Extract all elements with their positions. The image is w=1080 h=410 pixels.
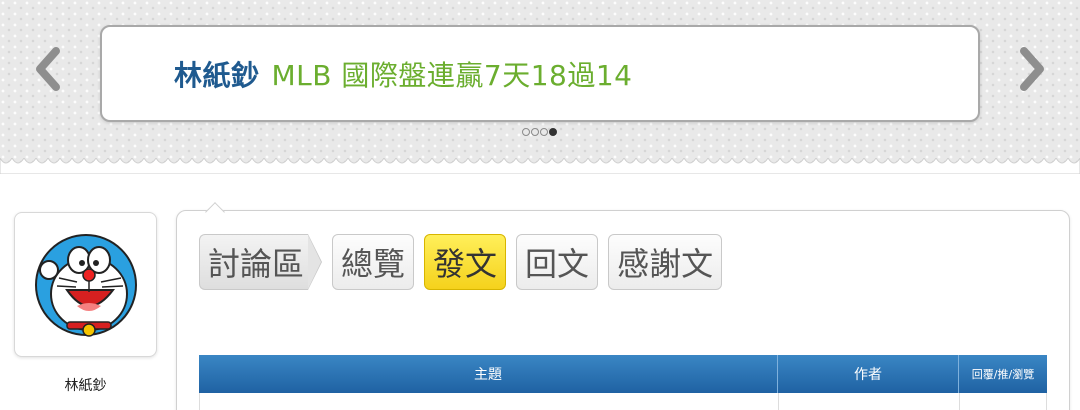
column-header-stats[interactable]: 回覆/推/瀏覽 bbox=[959, 355, 1047, 393]
tab-label: 回文 bbox=[525, 245, 590, 283]
tab-label: 感謝文 bbox=[617, 245, 714, 283]
breadcrumb-label: 討論區 bbox=[208, 245, 305, 283]
tab-overview[interactable]: 總覽 bbox=[332, 234, 415, 290]
avatar[interactable] bbox=[14, 212, 157, 357]
slide-indicator bbox=[522, 128, 557, 136]
headline-card[interactable]: 林紙鈔 MLB 國際盤連贏7天18過14 bbox=[100, 25, 980, 122]
table-header: 主題 作者 回覆/推/瀏覽 bbox=[199, 355, 1047, 393]
table-cell bbox=[779, 393, 960, 410]
headline-title[interactable]: MLB 國際盤連贏7天18過14 bbox=[272, 54, 633, 94]
doraemon-avatar-icon bbox=[34, 233, 137, 337]
table-row bbox=[199, 393, 1047, 410]
column-header-label: 回覆/推/瀏覽 bbox=[971, 368, 1035, 381]
column-header-label: 主題 bbox=[474, 367, 502, 383]
chevron-right-icon bbox=[1020, 47, 1044, 91]
headline-author[interactable]: 林紙鈔 bbox=[174, 54, 260, 94]
slide-dot-active[interactable] bbox=[549, 128, 557, 136]
column-header-label: 作者 bbox=[854, 367, 882, 383]
table-cell bbox=[200, 393, 779, 410]
next-slide-button[interactable] bbox=[1012, 44, 1052, 94]
section-tabs: 討論區 總覽 發文 回文 感謝文 bbox=[199, 234, 723, 290]
table-cell bbox=[960, 393, 1047, 410]
column-header-subject[interactable]: 主題 bbox=[199, 355, 778, 393]
tab-thanks[interactable]: 感謝文 bbox=[608, 234, 723, 290]
tab-replies[interactable]: 回文 bbox=[516, 234, 599, 290]
slide-dot[interactable] bbox=[522, 128, 530, 136]
tab-label: 發文 bbox=[433, 245, 498, 283]
breadcrumb[interactable]: 討論區 bbox=[199, 234, 323, 290]
tab-label: 總覽 bbox=[341, 245, 406, 283]
tab-posts[interactable]: 發文 bbox=[424, 234, 507, 290]
banner-scalloped-edge bbox=[0, 158, 1080, 174]
username-label[interactable]: 林紙鈔 bbox=[14, 375, 157, 395]
slide-dot[interactable] bbox=[531, 128, 539, 136]
chevron-left-icon bbox=[36, 47, 60, 91]
column-header-author[interactable]: 作者 bbox=[778, 355, 959, 393]
slide-dot[interactable] bbox=[540, 128, 548, 136]
prev-slide-button[interactable] bbox=[28, 44, 68, 94]
